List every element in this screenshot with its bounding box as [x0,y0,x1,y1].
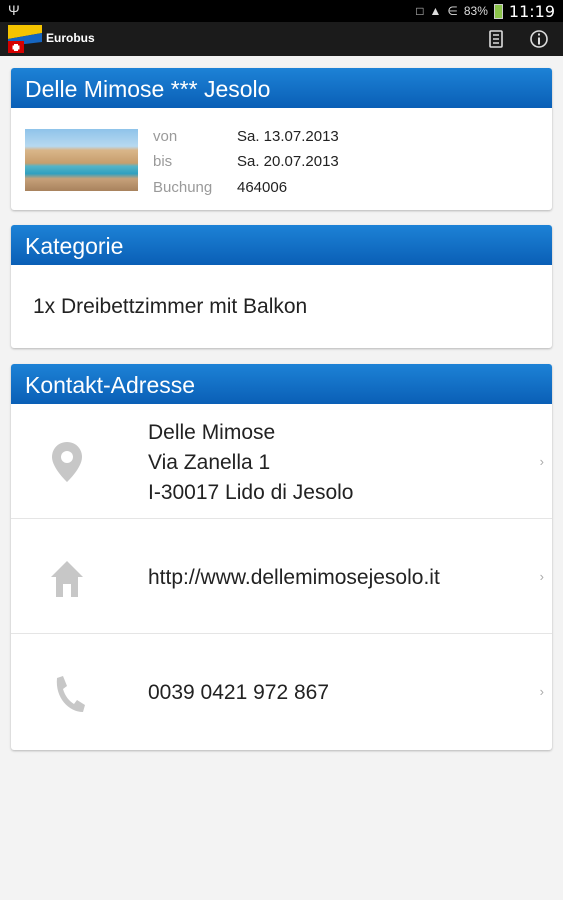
home-icon [51,561,83,597]
chevron-right-icon: › [539,684,544,699]
info-icon[interactable] [528,28,550,50]
contact-card: Kontakt-Adresse Delle Mimose Via Zanella… [11,364,552,750]
contact-row-website[interactable]: http://www.dellemimosejesolo.it › [11,519,552,634]
wifi-icon: ∈ [447,4,458,18]
room-category: 1x Dreibettzimmer mit Balkon [33,295,308,318]
clock: 11:19 [508,1,555,21]
battery-percent: 83% [463,4,488,18]
list-icon[interactable] [485,28,507,50]
info-value: Sa. 20.07.2013 [237,153,339,170]
hotel-card: Delle Mimose *** Jesolo von Sa. 13.07.20… [11,68,552,210]
battery-icon [493,3,503,19]
status-icons: □ ▲ ∈ 83% 11:19 [416,0,555,22]
contact-row-phone[interactable]: 0039 0421 972 867 › [11,634,552,749]
info-value: Sa. 13.07.2013 [237,128,339,145]
info-label: bis [153,153,173,170]
phone-icon [56,676,85,712]
address-line-2: Via Zanella 1 [148,451,271,474]
chevron-right-icon: › [539,454,544,469]
app-logo-icon[interactable] [8,25,42,53]
signal-icon: ▲ [429,4,442,18]
category-title: Kategorie [11,225,552,265]
address-text: Delle Mimose Via Zanella 1 I-30017 Lido … [148,418,353,508]
website-link[interactable]: http://www.dellemimosejesolo.it [148,563,440,593]
chevron-right-icon: › [539,569,544,584]
action-bar: Eurobus [0,22,563,56]
status-bar: Ψ □ ▲ ∈ 83% 11:19 [0,0,563,22]
app-title: Eurobus [46,31,95,45]
hotel-thumbnail[interactable] [25,129,138,191]
location-pin-icon [52,442,82,482]
contact-title: Kontakt-Adresse [11,364,552,404]
vibrate-icon: □ [416,4,424,18]
address-line-1: Delle Mimose [148,421,276,444]
contact-row-address[interactable]: Delle Mimose Via Zanella 1 I-30017 Lido … [11,404,552,519]
info-value: 464006 [237,179,288,196]
category-card: Kategorie 1x Dreibettzimmer mit Balkon [11,225,552,348]
phone-number[interactable]: 0039 0421 972 867 [148,678,329,708]
info-label: Buchung [153,179,213,196]
address-line-3: I-30017 Lido di Jesolo [148,481,354,504]
hotel-title: Delle Mimose *** Jesolo [11,68,552,108]
info-label: von [153,128,178,145]
usb-icon: Ψ [8,2,20,18]
